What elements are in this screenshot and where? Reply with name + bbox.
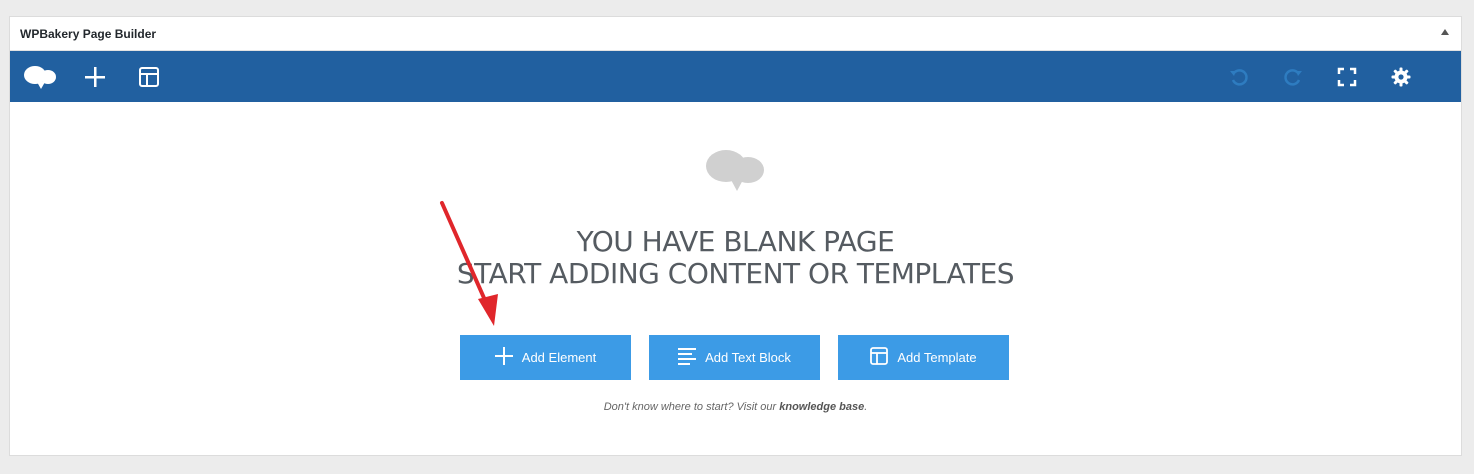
add-template-button[interactable]: Add Template: [838, 335, 1009, 380]
add-element-label: Add Element: [521, 350, 597, 365]
hint-prefix: Don't know where to start? Visit our: [603, 401, 780, 413]
builder-toolbar: [10, 51, 1461, 102]
help-hint: Don't know where to start? Visit our kno…: [10, 401, 1461, 413]
add-element-button[interactable]: Add Element: [460, 335, 631, 380]
wpbakery-logo-icon[interactable]: [23, 64, 57, 90]
empty-state: YOU HAVE BLANK PAGE START ADDING CONTENT…: [10, 102, 1461, 456]
redo-icon[interactable]: [1280, 64, 1306, 90]
templates-icon[interactable]: [136, 64, 162, 90]
plus-icon: [494, 347, 513, 368]
add-template-label: Add Template: [897, 350, 977, 365]
add-text-block-button[interactable]: Add Text Block: [649, 335, 820, 380]
panel-header[interactable]: WPBakery Page Builder: [10, 17, 1461, 51]
panel-title: WPBakery Page Builder: [20, 27, 157, 41]
annotation-arrow-icon: [440, 201, 498, 326]
page-builder-panel: WPBakery Page Builder YOU HAVE BLANK PAG…: [9, 16, 1462, 456]
template-icon: [870, 347, 889, 368]
empty-state-heading-line1: YOU HAVE BLANK PAGE: [576, 225, 895, 258]
empty-state-heading-line2: START ADDING CONTENT OR TEMPLATES: [456, 257, 1015, 290]
add-element-icon[interactable]: [82, 64, 108, 90]
knowledge-base-link[interactable]: knowledge base: [779, 401, 864, 413]
undo-icon[interactable]: [1226, 64, 1252, 90]
settings-icon[interactable]: [1388, 64, 1414, 90]
text-lines-icon: [678, 347, 697, 368]
fullscreen-icon[interactable]: [1334, 64, 1360, 90]
wpbakery-logo-placeholder-icon: [704, 146, 766, 197]
add-text-block-label: Add Text Block: [705, 350, 791, 365]
collapse-toggle-icon[interactable]: [1441, 29, 1449, 35]
hint-suffix: .: [864, 401, 868, 413]
